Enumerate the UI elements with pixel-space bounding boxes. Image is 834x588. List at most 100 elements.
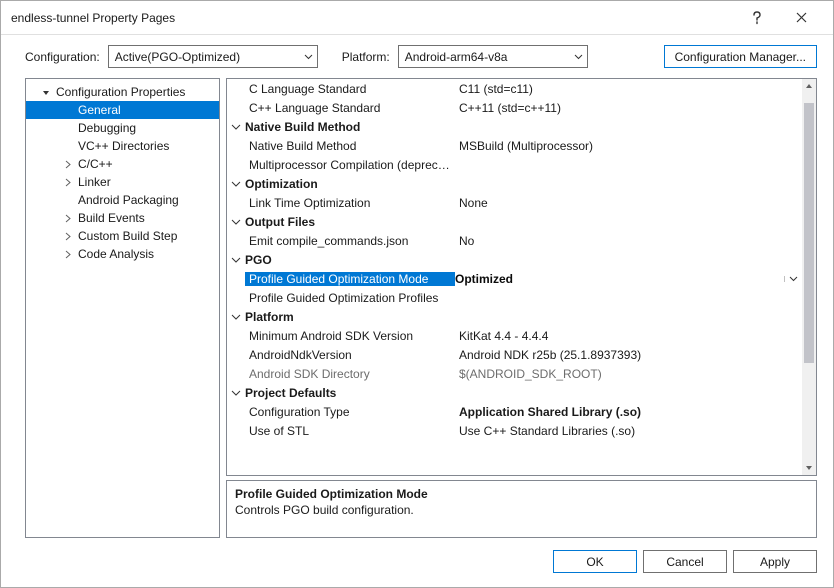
tree-item-vc-directories[interactable]: VC++ Directories [26, 137, 219, 155]
property-grid[interactable]: C Language StandardC11 (std=c11)C++ Lang… [226, 78, 817, 476]
help-icon[interactable] [735, 3, 779, 33]
close-icon[interactable] [779, 3, 823, 33]
prop-name: Optimization [245, 177, 455, 191]
prop-group[interactable]: Optimization [227, 174, 802, 193]
tree-item-code-analysis[interactable]: Code Analysis [26, 245, 219, 263]
tree-item-label: Custom Build Step [78, 229, 177, 243]
tree-item-build-events[interactable]: Build Events [26, 209, 219, 227]
scrollbar-thumb[interactable] [804, 103, 814, 363]
prop-row[interactable]: C++ Language StandardC++11 (std=c++11) [227, 98, 802, 117]
prop-value: KitKat 4.4 - 4.4.4 [455, 329, 802, 343]
caret-right-icon [62, 176, 74, 188]
prop-group[interactable]: PGO [227, 250, 802, 269]
prop-name: Configuration Type [245, 405, 455, 419]
tree-item-label: General [78, 103, 121, 117]
prop-row[interactable]: Multiprocessor Compilation (deprecated) [227, 155, 802, 174]
prop-row[interactable]: Use of STLUse C++ Standard Libraries (.s… [227, 421, 802, 440]
prop-name: Platform [245, 310, 455, 324]
prop-name: C Language Standard [245, 82, 455, 96]
chevron-down-icon [231, 124, 241, 130]
prop-row[interactable]: AndroidNdkVersionAndroid NDK r25b (25.1.… [227, 345, 802, 364]
scrollbar[interactable] [802, 79, 816, 475]
prop-value: Optimized [455, 272, 802, 286]
caret-right-icon [62, 158, 74, 170]
prop-name: C++ Language Standard [245, 101, 455, 115]
tree-item-debugging[interactable]: Debugging [26, 119, 219, 137]
prop-row[interactable]: Emit compile_commands.jsonNo [227, 231, 802, 250]
chevron-down-icon [574, 54, 583, 60]
prop-name: Multiprocessor Compilation (deprecated) [245, 158, 455, 172]
configuration-manager-button[interactable]: Configuration Manager... [664, 45, 817, 68]
tree-item-label: Linker [78, 175, 111, 189]
prop-row[interactable]: Minimum Android SDK VersionKitKat 4.4 - … [227, 326, 802, 345]
tree-item-label: Android Packaging [78, 193, 179, 207]
cancel-button[interactable]: Cancel [643, 550, 727, 573]
scroll-down-icon[interactable] [802, 461, 816, 475]
prop-value: None [455, 196, 802, 210]
configuration-dropdown[interactable]: Active(PGO-Optimized) [108, 45, 318, 68]
prop-name: PGO [245, 253, 455, 267]
titlebar: endless-tunnel Property Pages [1, 1, 833, 35]
tree-item-label: VC++ Directories [78, 139, 169, 153]
prop-name: AndroidNdkVersion [245, 348, 455, 362]
tree-item-label: Debugging [78, 121, 136, 135]
prop-name: Minimum Android SDK Version [245, 329, 455, 343]
tree-item-c-c-[interactable]: C/C++ [26, 155, 219, 173]
tree-root-label: Configuration Properties [56, 85, 185, 99]
scroll-up-icon[interactable] [802, 79, 816, 93]
prop-name: Emit compile_commands.json [245, 234, 455, 248]
chevron-down-icon [231, 257, 241, 263]
prop-group[interactable]: Platform [227, 307, 802, 326]
caret-right-icon [62, 212, 74, 224]
tree-item-custom-build-step[interactable]: Custom Build Step [26, 227, 219, 245]
caret-down-icon [40, 86, 52, 98]
top-controls: Configuration: Active(PGO-Optimized) Pla… [1, 35, 833, 78]
platform-value: Android-arm64-v8a [405, 50, 508, 64]
prop-name: Project Defaults [245, 386, 455, 400]
prop-row[interactable]: Android SDK Directory$(ANDROID_SDK_ROOT) [227, 364, 802, 383]
prop-name: Link Time Optimization [245, 196, 455, 210]
prop-group[interactable]: Project Defaults [227, 383, 802, 402]
apply-button[interactable]: Apply [733, 550, 817, 573]
tree-item-label: Code Analysis [78, 247, 154, 261]
tree-item-label: Build Events [78, 211, 145, 225]
prop-name: Output Files [245, 215, 455, 229]
caret-right-icon [62, 230, 74, 242]
prop-value: Use C++ Standard Libraries (.so) [455, 424, 802, 438]
chevron-down-icon [231, 314, 241, 320]
prop-row[interactable]: Configuration TypeApplication Shared Lib… [227, 402, 802, 421]
prop-name: Android SDK Directory [245, 367, 455, 381]
prop-name: Profile Guided Optimization Profiles [245, 291, 455, 305]
prop-name: Native Build Method [245, 139, 455, 153]
prop-group[interactable]: Native Build Method [227, 117, 802, 136]
prop-value: MSBuild (Multiprocessor) [455, 139, 802, 153]
chevron-down-icon [304, 54, 313, 60]
window-title: endless-tunnel Property Pages [11, 11, 735, 25]
description-panel: Profile Guided Optimization Mode Control… [226, 480, 817, 538]
prop-row[interactable]: C Language StandardC11 (std=c11) [227, 79, 802, 98]
tree-item-android-packaging[interactable]: Android Packaging [26, 191, 219, 209]
nav-tree[interactable]: Configuration Properties General Debuggin… [25, 78, 220, 538]
prop-value: Application Shared Library (.so) [455, 405, 802, 419]
tree-item-general[interactable]: General [26, 101, 219, 119]
config-label: Configuration: [25, 50, 100, 64]
prop-value: $(ANDROID_SDK_ROOT) [455, 367, 802, 381]
chevron-down-icon [231, 219, 241, 225]
prop-row[interactable]: Profile Guided Optimization ModeOptimize… [227, 269, 802, 288]
prop-value: C++11 (std=c++11) [455, 101, 802, 115]
chevron-down-icon[interactable] [784, 276, 802, 282]
ok-button[interactable]: OK [553, 550, 637, 573]
platform-label: Platform: [342, 50, 390, 64]
prop-name: Native Build Method [245, 120, 455, 134]
prop-row[interactable]: Profile Guided Optimization Profiles [227, 288, 802, 307]
platform-dropdown[interactable]: Android-arm64-v8a [398, 45, 588, 68]
description-body: Controls PGO build configuration. [235, 503, 808, 517]
tree-item-label: C/C++ [78, 157, 113, 171]
prop-value: Android NDK r25b (25.1.8937393) [455, 348, 802, 362]
tree-root[interactable]: Configuration Properties [26, 83, 219, 101]
prop-group[interactable]: Output Files [227, 212, 802, 231]
prop-row[interactable]: Native Build MethodMSBuild (Multiprocess… [227, 136, 802, 155]
prop-row[interactable]: Link Time OptimizationNone [227, 193, 802, 212]
chevron-down-icon [231, 181, 241, 187]
tree-item-linker[interactable]: Linker [26, 173, 219, 191]
